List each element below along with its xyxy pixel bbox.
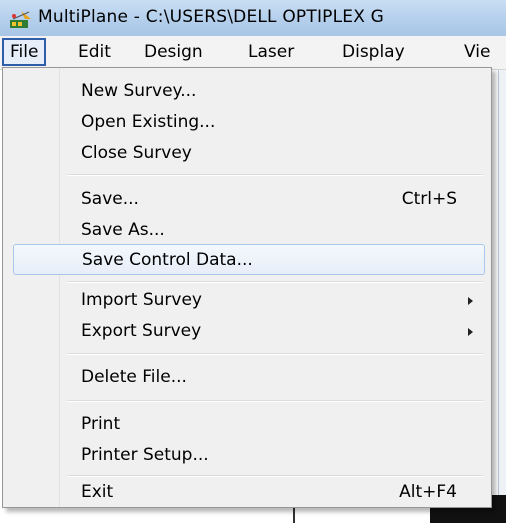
- menu-item-label: Open Existing...: [81, 112, 216, 132]
- menu-item-export-survey[interactable]: Export Survey: [7, 316, 487, 347]
- menu-item-shortcut: Alt+F4: [399, 482, 457, 502]
- multiplane-app-icon[interactable]: [9, 9, 33, 29]
- submenu-arrow-icon: [468, 297, 473, 305]
- menu-item-printer-setup[interactable]: Printer Setup...: [7, 440, 487, 471]
- menu-item-label: Print: [81, 414, 121, 434]
- menu-item-label: Exit: [81, 482, 114, 502]
- menu-item-delete-file[interactable]: Delete File...: [7, 362, 487, 393]
- window-title: MultiPlane - C:\USERS\DELL OPTIPLEX G: [38, 7, 385, 27]
- background-panel: [498, 70, 506, 523]
- menu-item-open-existing[interactable]: Open Existing...: [7, 107, 487, 138]
- menu-item-label: Close Survey: [81, 143, 192, 163]
- menu-item-label: Save Control Data...: [82, 250, 253, 270]
- menu-item-label: Delete File...: [81, 367, 187, 387]
- menu-item-save[interactable]: Save... Ctrl+S: [7, 184, 487, 215]
- menu-item-label: Save As...: [81, 220, 165, 240]
- title-bar: MultiPlane - C:\USERS\DELL OPTIPLEX G: [0, 0, 506, 36]
- menu-item-label: Import Survey: [81, 290, 202, 310]
- menu-separator: [67, 400, 483, 402]
- menu-item-save-control-data[interactable]: Save Control Data...: [13, 244, 485, 275]
- menu-separator: [67, 174, 483, 176]
- menu-item-label: Export Survey: [81, 321, 202, 341]
- menu-design[interactable]: Design: [138, 38, 209, 66]
- menu-display[interactable]: Display: [336, 38, 411, 66]
- menu-item-print[interactable]: Print: [7, 409, 487, 440]
- menu-item-label: Save...: [81, 189, 139, 209]
- menu-edit[interactable]: Edit: [72, 38, 117, 66]
- menu-file[interactable]: File: [2, 38, 47, 66]
- menu-item-shortcut: Ctrl+S: [401, 189, 457, 209]
- menu-item-import-survey[interactable]: Import Survey: [7, 285, 487, 316]
- menu-separator: [67, 281, 483, 283]
- menu-item-save-as[interactable]: Save As...: [7, 215, 487, 246]
- submenu-arrow-icon: [468, 328, 473, 336]
- menu-separator: [67, 353, 483, 355]
- menu-bar: File Edit Design Laser Display Vie: [0, 36, 506, 70]
- menu-view[interactable]: Vie: [458, 38, 496, 66]
- file-menu-dropdown: New Survey... Open Existing... Close Sur…: [2, 67, 492, 508]
- menu-item-label: Printer Setup...: [81, 445, 209, 465]
- menu-item-label: New Survey...: [81, 81, 197, 101]
- menu-item-close-survey[interactable]: Close Survey: [7, 138, 487, 169]
- menu-item-new-survey[interactable]: New Survey...: [7, 76, 487, 107]
- menu-laser[interactable]: Laser: [242, 38, 300, 66]
- menu-item-exit[interactable]: Exit Alt+F4: [7, 477, 487, 508]
